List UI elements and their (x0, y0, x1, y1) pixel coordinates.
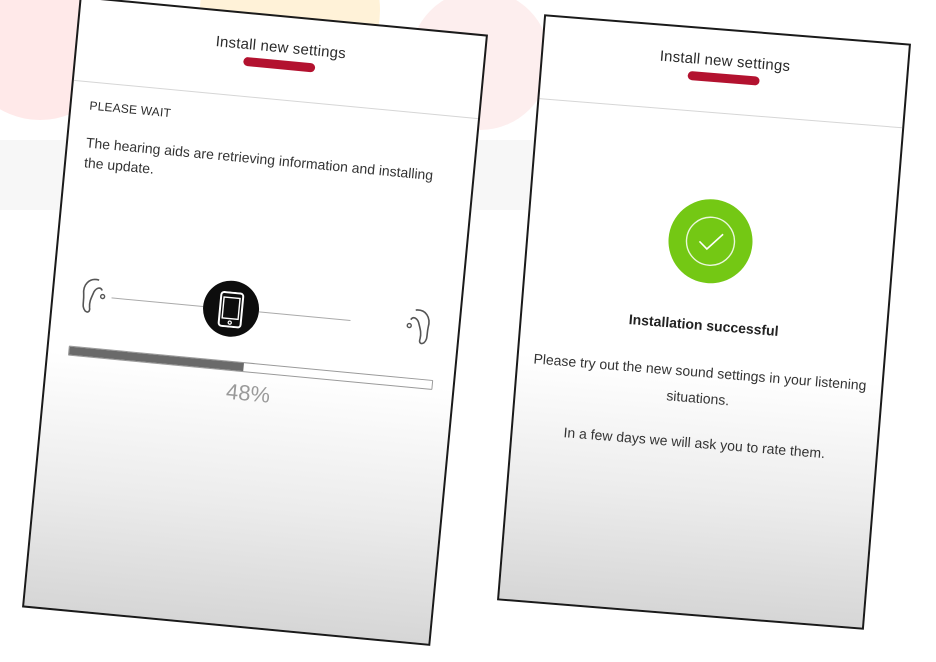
smartphone-icon (200, 278, 262, 340)
installing-screen: Install new settings PLEASE WAIT The hea… (22, 0, 488, 646)
screenshot-stage: Install new settings PLEASE WAIT The hea… (0, 0, 936, 662)
checkmark-icon (685, 216, 736, 266)
success-badge (665, 196, 756, 287)
connection-line-right (258, 311, 351, 321)
rating-notice: In a few days we will ask you to rate th… (562, 424, 826, 462)
connection-line-left (111, 297, 204, 308)
success-screen: Install new settings Installation succes… (497, 14, 911, 630)
success-message: Please try out the new sound settings in… (532, 350, 868, 409)
screen-header: Install new settings (73, 0, 486, 120)
header-accent-bar (242, 56, 316, 73)
success-title: Installation successful (628, 310, 780, 339)
installing-message: The hearing aids are retrieving informat… (83, 134, 434, 184)
header-accent-bar (687, 70, 760, 86)
hearing-aid-icon (82, 278, 106, 313)
hearing-aid-icon (406, 309, 430, 345)
success-content: Installation successful Please try out t… (512, 99, 902, 467)
device-connection-graphic (71, 264, 441, 358)
